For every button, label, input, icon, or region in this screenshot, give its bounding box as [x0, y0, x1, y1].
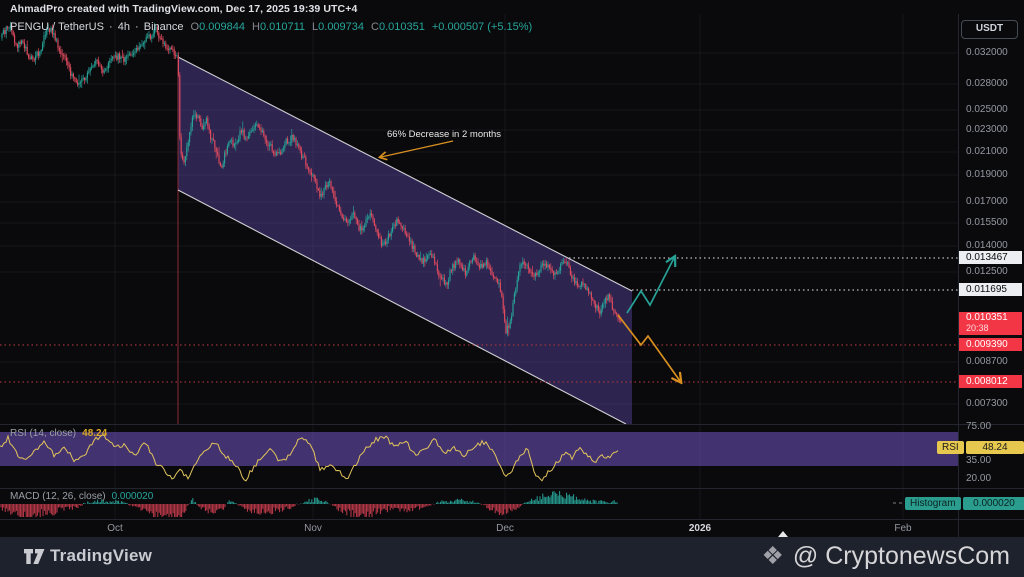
exchange-label: Binance — [144, 21, 184, 33]
symbol-title[interactable]: PENGU / TetherUS — [10, 21, 104, 33]
price-axis-label: 0.015500 — [966, 217, 1008, 228]
rsi-axis-label: 20.00 — [966, 473, 991, 484]
ohlc-value: 0.009844 — [199, 21, 245, 33]
pane-separator-macd[interactable] — [0, 488, 1024, 489]
rsi-axis-badge: RSI — [937, 441, 964, 454]
bar-countdown: 20:38 — [966, 323, 1022, 333]
ohlc-values: O0.009844H0.010711L0.009734C0.010351 — [184, 21, 425, 33]
rsi-axis-label: 35.00 — [966, 455, 991, 466]
rsi-axis-label: 75.00 — [966, 421, 991, 432]
price-axis-label: 0.012500 — [966, 266, 1008, 277]
rsi-axis-value: 48.24 — [966, 441, 1024, 454]
ohlc-value: 0.009734 — [318, 21, 364, 33]
price-axis-label: 0.025000 — [966, 104, 1008, 115]
macd-histogram-value: 0.000020 — [963, 497, 1024, 510]
ohlc-letter: C — [371, 21, 379, 33]
tradingview-logo-icon[interactable] — [24, 548, 45, 565]
price-line-label: 0.013467 — [959, 251, 1022, 264]
chart-canvas[interactable] — [0, 0, 1024, 577]
ohlc-letter: O — [191, 21, 200, 33]
price-axis-label: 0.017000 — [966, 196, 1008, 207]
price-axis-label: 0.014000 — [966, 240, 1008, 251]
time-axis-label: Oct — [107, 523, 123, 534]
interval-label[interactable]: 4h — [118, 21, 130, 33]
price-axis-label: 0.007300 — [966, 398, 1008, 409]
watermark-handle: @ CryptonewsCom — [793, 542, 1010, 571]
time-axis-label: 2026 — [689, 523, 711, 534]
price-axis-label: 0.023000 — [966, 124, 1008, 135]
macd-value: 0.000020 — [112, 491, 154, 502]
price-axis-label: 0.019000 — [966, 169, 1008, 180]
price-axis-label: 0.008700 — [966, 356, 1008, 367]
watermark: ❖ @ CryptonewsCom — [761, 541, 1010, 571]
axis-separator — [958, 14, 959, 537]
current-price: 0.010351 — [966, 313, 1022, 323]
macd-legend[interactable]: MACD (12, 26, close) 0.000020 — [10, 491, 153, 502]
price-line-label: 0.011695 — [959, 283, 1022, 296]
alert-price-label: 0.008012 — [959, 375, 1022, 388]
pane-separator-rsi[interactable] — [0, 424, 1024, 425]
ohlc-letter: H — [252, 21, 260, 33]
time-axis-label: Dec — [496, 523, 514, 534]
currency-toggle-button[interactable]: USDT — [961, 20, 1018, 39]
binance-logo-icon: ❖ — [761, 541, 783, 571]
separator-dot: · — [106, 21, 116, 33]
price-axis-label: 0.028000 — [966, 78, 1008, 89]
rsi-legend[interactable]: RSI (14, close) 48.24 — [10, 428, 107, 439]
time-axis-label: Feb — [894, 523, 911, 534]
current-price-label: 0.010351 20:38 — [959, 312, 1022, 335]
tradingview-chart-window: AhmadPro created with TradingView.com, D… — [0, 0, 1024, 577]
rsi-title: RSI (14, close) — [10, 428, 76, 439]
time-axis-label: Nov — [304, 523, 322, 534]
footer-bar: TradingView ❖ @ CryptonewsCom — [0, 537, 1024, 577]
creator-credit: AhmadPro created with TradingView.com, D… — [10, 3, 357, 15]
tradingview-brand-text[interactable]: TradingView — [50, 546, 152, 566]
price-axis-label: 0.021000 — [966, 146, 1008, 157]
ohlc-value: 0.010351 — [379, 21, 425, 33]
symbol-info-bar[interactable]: PENGU / TetherUS · 4h · Binance O0.009844… — [10, 21, 532, 33]
price-axis-label: 0.032000 — [966, 47, 1008, 58]
separator-dot: · — [132, 21, 142, 33]
decrease-annotation-text[interactable]: 66% Decrease in 2 months — [387, 129, 501, 140]
macd-title: MACD (12, 26, close) — [10, 491, 106, 502]
pane-separator-timeaxis — [0, 519, 1024, 520]
rsi-value: 48.24 — [82, 428, 107, 439]
ohlc-value: 0.010711 — [260, 21, 305, 33]
alert-price-label: 0.009390 — [959, 338, 1022, 351]
price-change: +0.000507 (+5.15%) — [432, 21, 532, 33]
macd-histogram-badge: Histogram — [905, 497, 961, 510]
